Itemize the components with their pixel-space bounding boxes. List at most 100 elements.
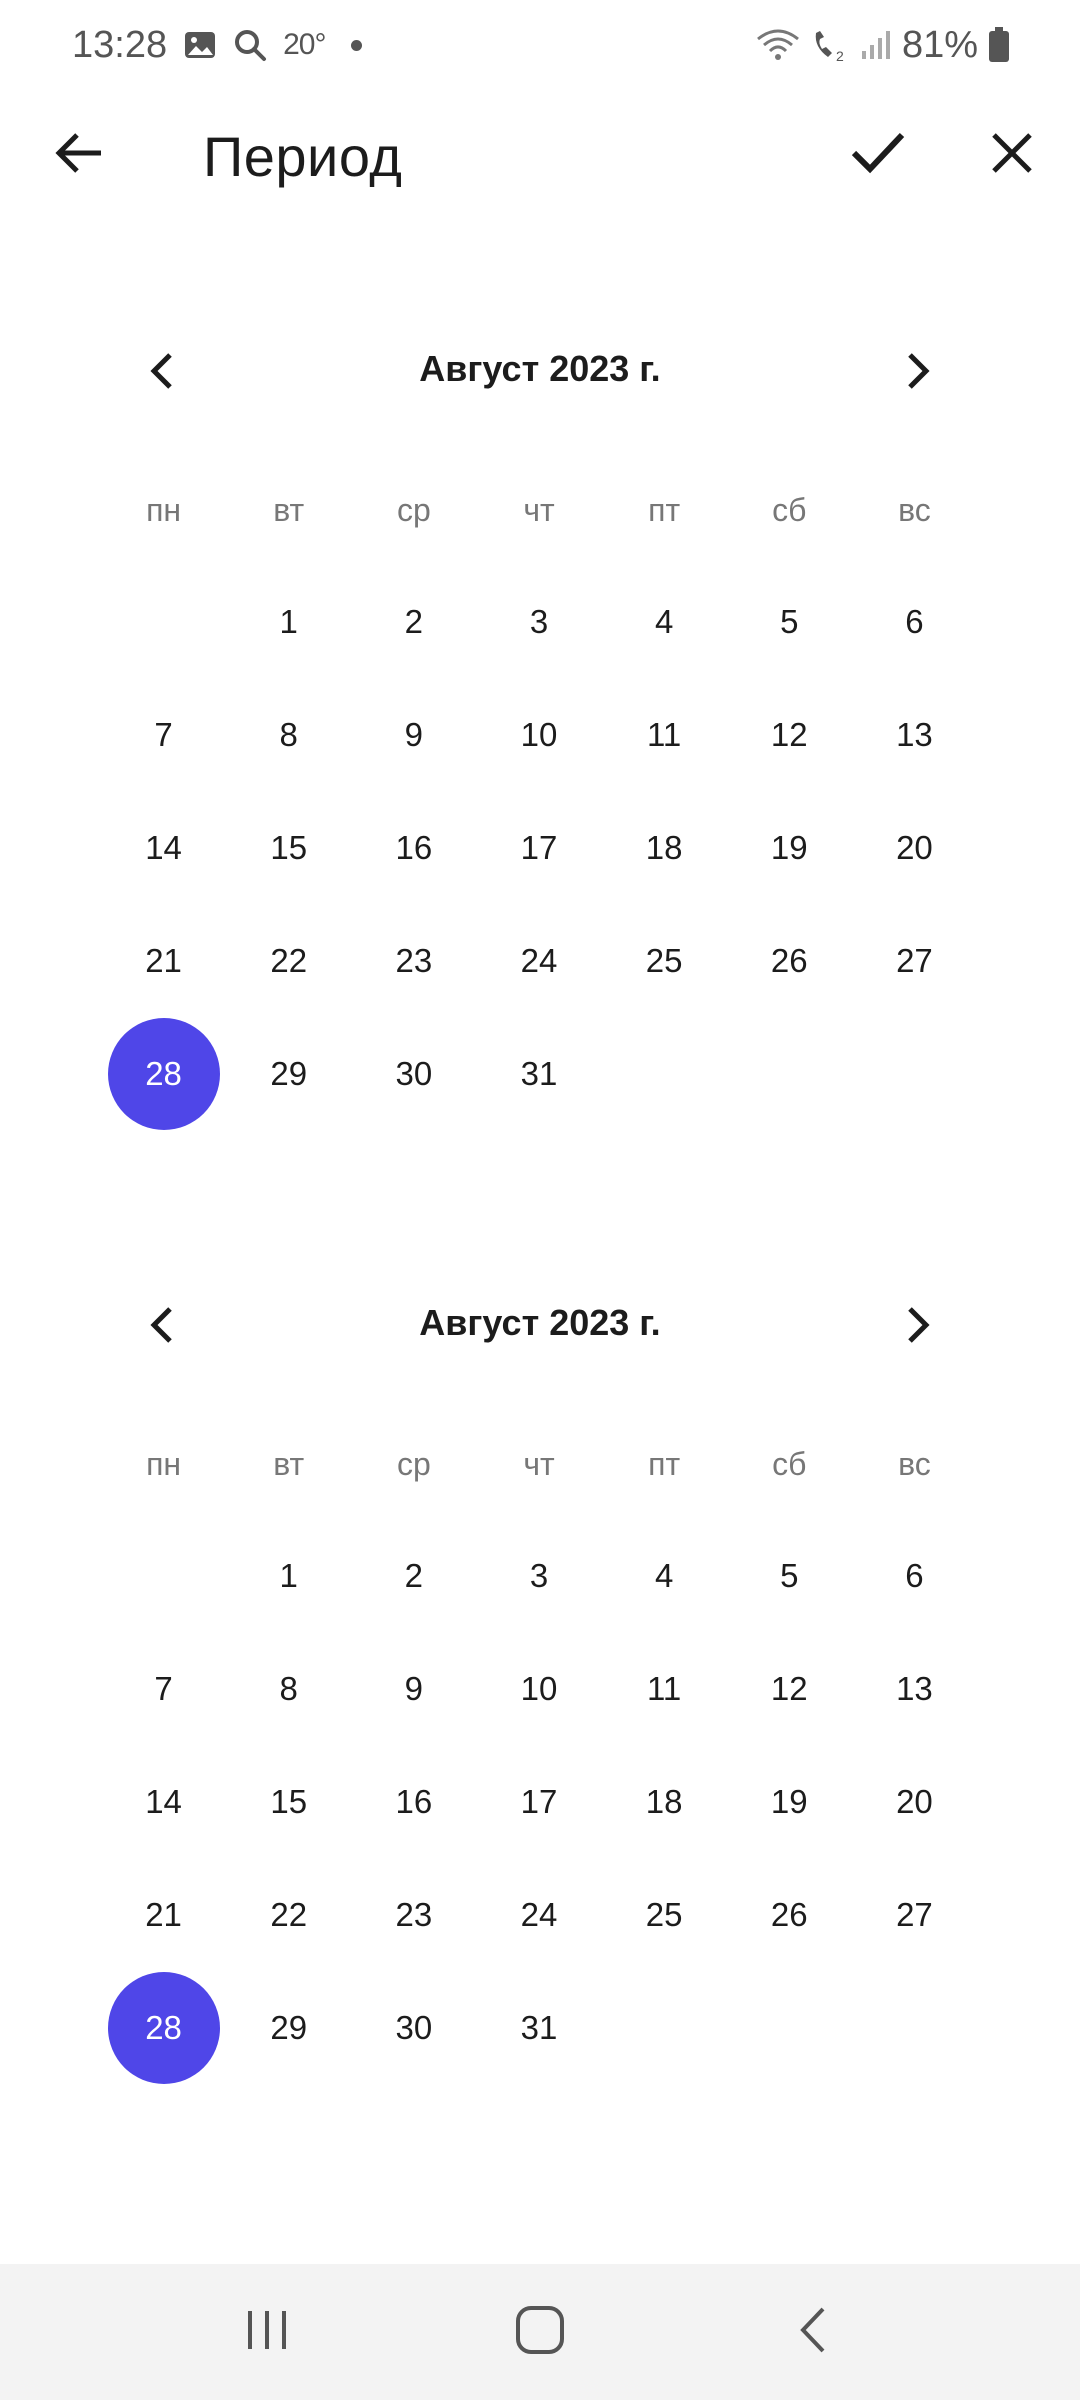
- day-cell[interactable]: 19: [727, 791, 852, 904]
- weekday-label: пн: [146, 1446, 182, 1482]
- day-cell[interactable]: 18: [602, 1745, 727, 1858]
- day-cell[interactable]: 11: [602, 678, 727, 791]
- day-cell[interactable]: 16: [351, 1745, 476, 1858]
- day-number: 9: [404, 1669, 424, 1707]
- day-cell[interactable]: 10: [476, 1632, 601, 1745]
- day-cell[interactable]: 13: [852, 678, 977, 791]
- day-cell[interactable]: 15: [226, 791, 351, 904]
- weekday-row: пн вт ср чт пт сб вс: [101, 1434, 977, 1494]
- day-cell[interactable]: 30: [351, 1017, 476, 1130]
- status-battery-percent: 81%: [901, 23, 978, 66]
- day-cell[interactable]: 13: [852, 1632, 977, 1745]
- day-number: 18: [645, 1782, 683, 1820]
- day-cell[interactable]: 22: [226, 904, 351, 1017]
- day-cell[interactable]: 26: [727, 1858, 852, 1971]
- day-cell[interactable]: 4: [602, 1519, 727, 1632]
- day-cell[interactable]: 20: [852, 791, 977, 904]
- recent-apps-button[interactable]: [222, 2287, 312, 2377]
- day-cell[interactable]: 3: [476, 1519, 601, 1632]
- day-cell[interactable]: 14: [101, 1745, 226, 1858]
- day-cell[interactable]: 3: [476, 565, 601, 678]
- day-cell[interactable]: 25: [602, 1858, 727, 1971]
- day-cell[interactable]: 10: [476, 678, 601, 791]
- day-cell[interactable]: 23: [351, 904, 476, 1017]
- day-cell[interactable]: 30: [351, 1971, 476, 2084]
- home-button[interactable]: [495, 2287, 585, 2377]
- day-cell[interactable]: 5: [727, 565, 852, 678]
- next-month-button[interactable]: [873, 1284, 959, 1370]
- day-cell[interactable]: 27: [852, 904, 977, 1017]
- calendar-header: Август 2023 г.: [0, 1284, 1080, 1370]
- day-cell[interactable]: 20: [852, 1745, 977, 1858]
- day-number: 22: [270, 941, 308, 979]
- day-cell[interactable]: 29: [226, 1017, 351, 1130]
- empty-day-cell: [101, 1519, 226, 1632]
- day-cell-selected[interactable]: 28: [101, 1971, 226, 2084]
- day-cell[interactable]: 22: [226, 1858, 351, 1971]
- top-app-bar: Период: [0, 90, 1080, 220]
- day-cell[interactable]: 7: [101, 678, 226, 791]
- back-button[interactable]: [34, 110, 124, 200]
- day-cell[interactable]: 18: [602, 791, 727, 904]
- day-cell[interactable]: 19: [727, 1745, 852, 1858]
- day-cell[interactable]: 2: [351, 565, 476, 678]
- day-cell[interactable]: 26: [727, 904, 852, 1017]
- day-number: 19: [770, 828, 808, 866]
- day-cell[interactable]: 31: [476, 1971, 601, 2084]
- weekday-label: ср: [396, 1446, 431, 1482]
- day-number: 10: [520, 1669, 558, 1707]
- recent-apps-icon: [244, 2307, 290, 2358]
- day-cell[interactable]: 9: [351, 678, 476, 791]
- day-cell[interactable]: 8: [226, 1632, 351, 1745]
- day-cell[interactable]: 11: [602, 1632, 727, 1745]
- back-icon: [793, 2305, 833, 2360]
- day-cell[interactable]: 4: [602, 565, 727, 678]
- weekday-label: вс: [898, 492, 931, 528]
- day-cell[interactable]: 16: [351, 791, 476, 904]
- day-cell[interactable]: 24: [476, 1858, 601, 1971]
- confirm-button[interactable]: [833, 110, 923, 200]
- day-cell[interactable]: 29: [226, 1971, 351, 2084]
- day-number: 14: [145, 1782, 182, 1820]
- day-cell[interactable]: 15: [226, 1745, 351, 1858]
- day-cell[interactable]: 24: [476, 904, 601, 1017]
- day-cell[interactable]: 1: [226, 565, 351, 678]
- system-back-button[interactable]: [768, 2287, 858, 2377]
- day-number: 8: [279, 715, 298, 753]
- day-cell[interactable]: 12: [727, 678, 852, 791]
- day-number: 15: [270, 1782, 308, 1820]
- day-number: 3: [529, 1556, 549, 1594]
- day-cell[interactable]: 14: [101, 791, 226, 904]
- day-cell-selected[interactable]: 28: [101, 1017, 226, 1130]
- day-number: 6: [905, 1556, 924, 1594]
- day-cell[interactable]: 27: [852, 1858, 977, 1971]
- day-cell[interactable]: 17: [476, 791, 601, 904]
- weekday-label: сб: [772, 1446, 807, 1482]
- day-number: 25: [645, 1895, 683, 1933]
- day-cell[interactable]: 21: [101, 1858, 226, 1971]
- weekday-label: пн: [146, 492, 182, 528]
- system-navigation-bar: [0, 2264, 1080, 2400]
- day-cell[interactable]: 12: [727, 1632, 852, 1745]
- day-cell[interactable]: 7: [101, 1632, 226, 1745]
- day-cell[interactable]: 8: [226, 678, 351, 791]
- day-cell[interactable]: 21: [101, 904, 226, 1017]
- day-cell[interactable]: 17: [476, 1745, 601, 1858]
- day-cell[interactable]: 31: [476, 1017, 601, 1130]
- day-cell[interactable]: 5: [727, 1519, 852, 1632]
- day-cell[interactable]: 23: [351, 1858, 476, 1971]
- check-icon: [848, 123, 908, 188]
- day-number: 2: [404, 602, 424, 640]
- day-cell[interactable]: 1: [226, 1519, 351, 1632]
- day-number: 24: [520, 941, 558, 979]
- day-cell[interactable]: 9: [351, 1632, 476, 1745]
- day-cell[interactable]: 6: [852, 565, 977, 678]
- day-cell[interactable]: 6: [852, 1519, 977, 1632]
- day-cell[interactable]: 25: [602, 904, 727, 1017]
- day-number: 28: [107, 1971, 220, 2084]
- day-number: 21: [145, 941, 182, 979]
- close-button[interactable]: [967, 110, 1057, 200]
- next-month-button[interactable]: [873, 330, 959, 416]
- day-cell[interactable]: 2: [351, 1519, 476, 1632]
- day-number: 1: [279, 1556, 298, 1594]
